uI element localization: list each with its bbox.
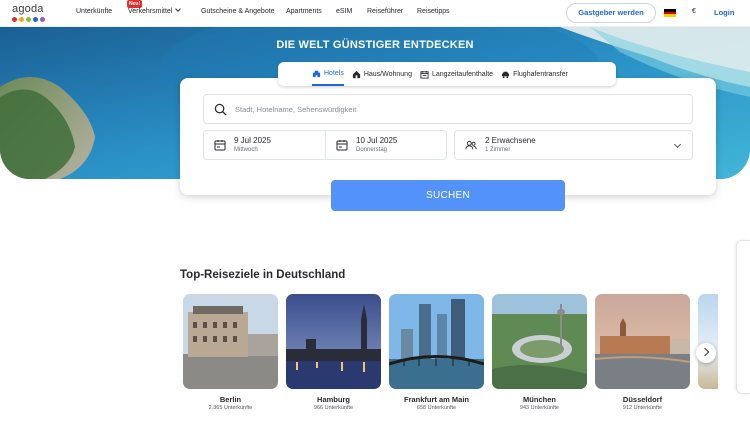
checkin-date: 9 Jul 2025 xyxy=(234,136,271,145)
car-icon xyxy=(501,71,510,78)
calendar-icon xyxy=(420,70,429,79)
destination-image xyxy=(286,294,381,389)
tab-label: Flughafentransfer xyxy=(513,70,568,78)
calendar-icon xyxy=(336,140,348,151)
search-type-tabs: Hotels Haus/Wohnung Langzeitaufenthalte … xyxy=(278,62,616,86)
destination-count: 966 Unterkünfte xyxy=(313,405,354,411)
search-panel: Stadt, Hotelname, Sehenswürdigkeit 9 Jul… xyxy=(180,78,716,195)
nav-item-reisetipps[interactable]: Reisetipps xyxy=(417,8,450,15)
destination-card-berlin[interactable]: Berlin 2.365 Unterkünfte xyxy=(183,294,278,411)
nav-item-gutscheine[interactable]: Gutscheine & Angebote xyxy=(201,8,275,15)
search-placeholder: Stadt, Hotelname, Sehenswürdigkeit xyxy=(235,104,357,114)
tab-haus-wohnung[interactable]: Haus/Wohnung xyxy=(352,62,412,86)
destination-city: Hamburg xyxy=(317,395,350,404)
agoda-logo[interactable]: agoda xyxy=(12,4,52,24)
destination-card-hamburg[interactable]: Hamburg 966 Unterkünfte xyxy=(286,294,381,411)
destination-city: Düsseldorf xyxy=(622,395,663,404)
destination-card-frankfurt[interactable]: Frankfurt am Main 658 Unterkünfte xyxy=(389,294,484,411)
tab-label: Haus/Wohnung xyxy=(363,70,412,78)
destination-card-duesseldorf[interactable]: Düsseldorf 912 Unterkünfte xyxy=(595,294,690,411)
home-icon xyxy=(352,70,360,78)
chevron-down-icon xyxy=(175,6,182,12)
destination-card-muenchen[interactable]: München 943 Unterkünfte xyxy=(492,294,587,411)
destination-card-partial[interactable] xyxy=(698,294,718,389)
guests-icon xyxy=(465,140,477,150)
new-badge: Neu! xyxy=(127,0,143,8)
guests-rooms: 1 Zimmer xyxy=(485,147,511,153)
checkout-date: 10 Jul 2025 xyxy=(356,136,398,145)
destination-search-input[interactable]: Stadt, Hotelname, Sehenswürdigkeit xyxy=(203,94,693,124)
tab-label: Hotels xyxy=(324,69,344,77)
tab-langzeitaufenthalte[interactable]: Langzeitaufenthalte xyxy=(420,62,493,86)
search-icon xyxy=(214,103,227,116)
destination-image xyxy=(595,294,690,389)
guests-adults: 2 Erwachsene xyxy=(485,136,536,145)
nav-item-unterkuenfte[interactable]: Unterkünfte xyxy=(76,8,112,15)
destination-image xyxy=(492,294,587,389)
top-nav: agoda Unterkünfte Neu! Verkehrsmittel Gu… xyxy=(0,0,750,27)
currency-selector[interactable]: € xyxy=(692,8,696,15)
tab-flughafentransfer[interactable]: Flughafentransfer xyxy=(501,62,568,86)
hotel-icon xyxy=(312,70,321,77)
checkout-date-field[interactable]: 10 Jul 2025 Donnerstag xyxy=(326,130,447,160)
logo-dots xyxy=(12,17,52,22)
side-feedback-tab[interactable] xyxy=(736,240,750,394)
checkin-date-field[interactable]: 9 Jul 2025 Mittwoch xyxy=(203,130,326,160)
destinations-title: Top-Reiseziele in Deutschland xyxy=(180,269,346,281)
login-link[interactable]: Login xyxy=(714,8,734,17)
nav-item-label: Verkehrsmittel xyxy=(128,8,173,15)
nav-item-apartments[interactable]: Apartments xyxy=(286,8,322,15)
destination-city: Berlin xyxy=(219,395,242,404)
destination-image xyxy=(183,294,278,389)
chevron-down-icon xyxy=(673,140,682,149)
nav-item-esim[interactable]: eSIM xyxy=(336,8,352,15)
destination-city: Frankfurt am Main xyxy=(403,395,469,404)
become-host-button[interactable]: Gastgeber werden xyxy=(566,3,656,23)
destination-count: 943 Unterkünfte xyxy=(519,405,560,411)
hero-title: DIE WELT GÜNSTIGER ENTDECKEN xyxy=(276,39,474,51)
checkout-weekday: Donnerstag xyxy=(356,147,388,153)
destination-count: 912 Unterkünfte xyxy=(622,405,663,411)
logo-text: agoda xyxy=(12,3,44,15)
destination-city: München xyxy=(523,395,556,404)
search-button[interactable]: SUCHEN xyxy=(331,180,565,211)
destination-image xyxy=(389,294,484,389)
guests-selector[interactable]: 2 Erwachsene 1 Zimmer xyxy=(454,130,693,160)
destination-count: 2.365 Unterkünfte xyxy=(208,405,253,411)
calendar-icon xyxy=(214,140,226,151)
destination-count: 658 Unterkünfte xyxy=(416,405,457,411)
tab-label: Langzeitaufenthalte xyxy=(431,70,494,78)
checkin-weekday: Mittwoch xyxy=(234,147,258,153)
carousel-next-button[interactable] xyxy=(696,343,716,363)
nav-item-verkehrsmittel[interactable]: Verkehrsmittel xyxy=(128,6,182,15)
nav-item-reisefuehrer[interactable]: Reiseführer xyxy=(367,8,403,15)
germany-flag-icon[interactable] xyxy=(664,9,676,17)
tab-hotels[interactable]: Hotels xyxy=(312,62,344,86)
